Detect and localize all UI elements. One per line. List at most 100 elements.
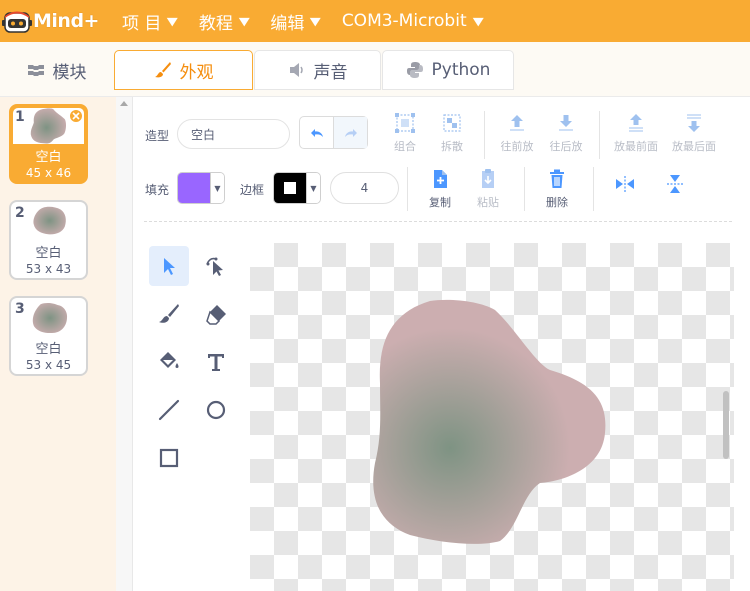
circle-tool[interactable] xyxy=(196,390,236,430)
python-icon xyxy=(406,61,424,79)
dropdown-arrow-icon: ▼ xyxy=(210,173,224,203)
arrow-down-icon xyxy=(559,115,573,131)
mindplus-logo[interactable]: Mind+ xyxy=(2,0,100,42)
toolbar-row-2: 填充 ▼ 边框 ▼ 4 复制 粘贴 删除 xyxy=(134,167,734,211)
costume-size: 53 x 43 xyxy=(25,262,72,276)
tab-costumes-label: 外观 xyxy=(179,62,214,83)
paste-label: 粘贴 xyxy=(477,196,499,209)
send-to-back-icon xyxy=(687,114,701,132)
group-label: 组合 xyxy=(394,140,416,153)
eraser-tool[interactable] xyxy=(196,294,236,334)
menu-device-label: COM3-Microbit xyxy=(341,11,467,31)
caret-down-icon: ▼ xyxy=(167,14,179,28)
backward-button[interactable]: 往后放 xyxy=(543,112,589,154)
menu-edit[interactable]: 编辑 ▼ xyxy=(270,0,322,42)
costume-number: 3 xyxy=(15,301,25,317)
flip-vertical-icon xyxy=(667,175,683,193)
costume-size: 53 x 45 xyxy=(25,358,72,372)
tab-blocks[interactable]: 模块 xyxy=(0,50,113,90)
tab-costumes[interactable]: 外观 xyxy=(114,50,253,90)
undo-redo-group xyxy=(299,116,368,149)
back-button[interactable]: 放最后面 xyxy=(667,112,721,154)
costume-name-label: 造型 xyxy=(145,129,170,143)
delete-label: 删除 xyxy=(546,196,568,209)
outline-color-swatch xyxy=(274,173,306,203)
back-label: 放最后面 xyxy=(672,140,716,153)
robot-logo-icon xyxy=(2,8,32,34)
logo-text: Mind+ xyxy=(33,10,99,32)
arrow-cursor-icon xyxy=(164,258,175,275)
costume-name: 空白 xyxy=(35,150,62,165)
delete-costume-button[interactable] xyxy=(68,108,84,124)
paint-bucket-icon xyxy=(160,352,179,368)
menu-tutorials[interactable]: 教程 ▼ xyxy=(199,0,250,42)
menu-project-label: 项 目 xyxy=(122,13,162,34)
brush-tool[interactable] xyxy=(149,294,189,334)
redo-icon xyxy=(344,128,357,137)
scroll-up-arrow-icon[interactable] xyxy=(120,101,128,106)
copy-icon xyxy=(434,170,447,188)
undo-icon xyxy=(310,128,323,137)
copy-label: 复制 xyxy=(429,196,451,209)
copy-button[interactable]: 复制 xyxy=(417,168,463,210)
rectangle-icon xyxy=(159,448,179,468)
ungroup-label: 拆散 xyxy=(441,140,463,153)
costume-item-1[interactable]: 1 空白 45 x 46 xyxy=(9,104,88,184)
group-button[interactable]: 组合 xyxy=(382,112,428,154)
paste-button[interactable]: 粘贴 xyxy=(465,168,511,210)
costume-name-input[interactable]: 空白 xyxy=(177,119,290,149)
costume-thumbnail xyxy=(33,206,66,235)
bring-to-front-icon xyxy=(629,114,643,132)
outline-color-picker[interactable]: ▼ xyxy=(273,172,321,204)
text-icon xyxy=(208,354,224,371)
line-icon xyxy=(158,399,180,421)
speaker-icon xyxy=(288,62,306,78)
paint-editor: 造型 空白 组合 拆散 往前放 往后放 放最前面 放最后面 填充 ▼ 边框 ▼ … xyxy=(134,97,750,591)
fill-color-picker[interactable]: ▼ xyxy=(177,172,225,204)
costume-shape[interactable] xyxy=(250,243,734,591)
text-tool[interactable] xyxy=(196,342,236,382)
redo-button[interactable] xyxy=(333,117,367,148)
undo-button[interactable] xyxy=(300,117,333,148)
group-icon xyxy=(395,113,415,133)
fill-tool[interactable] xyxy=(149,342,189,382)
front-button[interactable]: 放最前面 xyxy=(609,112,663,154)
costume-list-scrollbar[interactable] xyxy=(116,97,133,591)
flip-horizontal-button[interactable] xyxy=(602,173,648,199)
costume-list: 1 空白 45 x 46 2 空白 53 x 43 3 空白 53 x 45 xyxy=(0,97,116,591)
dropdown-arrow-icon: ▼ xyxy=(306,173,320,203)
caret-down-icon: ▼ xyxy=(472,14,484,28)
tab-sounds-label: 声音 xyxy=(313,62,348,83)
caret-down-icon: ▼ xyxy=(310,14,322,28)
scrollbar-thumb[interactable] xyxy=(723,391,729,459)
menu-edit-label: 编辑 xyxy=(270,13,305,34)
ungroup-button[interactable]: 拆散 xyxy=(429,112,475,154)
select-tool[interactable] xyxy=(149,246,189,286)
forward-button[interactable]: 往前放 xyxy=(494,112,540,154)
paste-icon xyxy=(482,169,494,188)
arrow-up-icon xyxy=(510,115,524,131)
rectangle-tool[interactable] xyxy=(149,438,189,478)
costume-item-3[interactable]: 3 空白 53 x 45 xyxy=(9,296,88,376)
front-label: 放最前面 xyxy=(614,140,658,153)
flip-vertical-button[interactable] xyxy=(652,173,698,199)
costume-name: 空白 xyxy=(35,246,62,261)
menu-device-port[interactable]: COM3-Microbit ▼ xyxy=(341,0,484,42)
trash-icon xyxy=(550,169,564,188)
tab-python-label: Python xyxy=(431,60,491,80)
costume-number: 1 xyxy=(15,109,25,125)
tab-python[interactable]: Python xyxy=(382,50,514,90)
reshape-icon xyxy=(206,257,223,276)
tab-sounds[interactable]: 声音 xyxy=(254,50,381,90)
paint-canvas[interactable] xyxy=(250,243,734,591)
line-tool[interactable] xyxy=(149,390,189,430)
costume-item-2[interactable]: 2 空白 53 x 43 xyxy=(9,200,88,280)
canvas-scrollbar[interactable] xyxy=(722,243,734,591)
outline-width-input[interactable]: 4 xyxy=(330,172,399,204)
costume-size: 45 x 46 xyxy=(25,166,72,180)
menu-project[interactable]: 项 目 ▼ xyxy=(122,0,179,42)
costume-name: 空白 xyxy=(35,342,62,357)
flip-horizontal-icon xyxy=(616,176,634,192)
delete-button[interactable]: 删除 xyxy=(534,168,580,210)
reshape-tool[interactable] xyxy=(196,246,236,286)
